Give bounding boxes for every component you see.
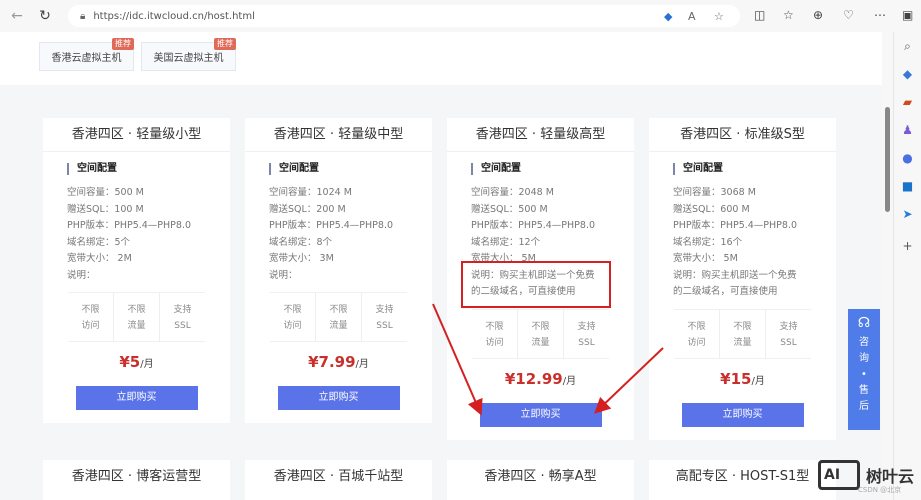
arrow-left: [432, 303, 483, 416]
watermark-source: CSDN @北京: [858, 486, 902, 494]
watermark: AI 树叶云 CSDN @北京: [818, 452, 918, 498]
annotation-overlay: [432, 261, 664, 416]
watermark-logo: AI: [818, 460, 860, 490]
highlight-box: [461, 261, 611, 308]
arrow-right: [594, 347, 664, 414]
watermark-name: 树叶云: [866, 467, 915, 486]
